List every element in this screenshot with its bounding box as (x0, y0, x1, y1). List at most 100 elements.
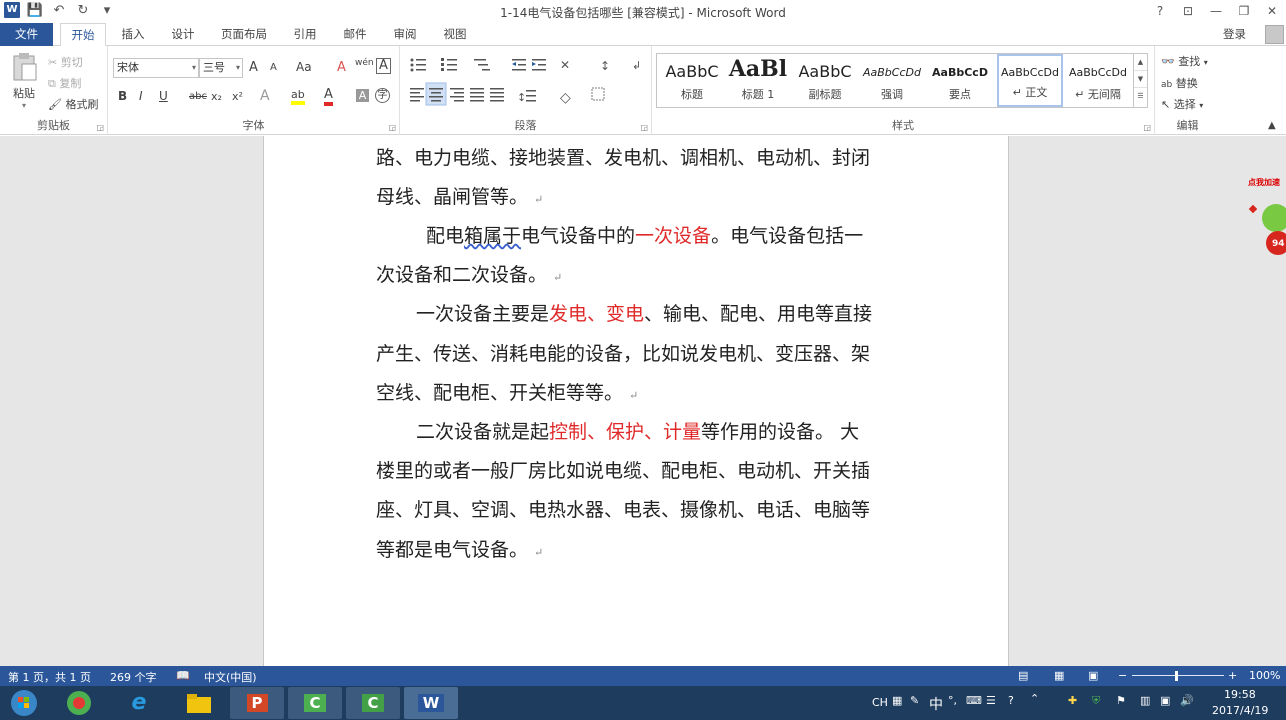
clock-time[interactable]: 19:58 (1224, 688, 1256, 701)
sort-icon[interactable]: ↕ (600, 59, 610, 73)
read-mode-icon[interactable]: ▤ (1018, 669, 1028, 682)
taskbar-camtasia-recorder-icon[interactable]: C (346, 687, 400, 719)
strikethrough-button[interactable]: abc (189, 91, 207, 102)
soft-keyboard-icon[interactable]: ⌨ (966, 694, 982, 707)
style-normal[interactable]: AaBbCcDd ↵ 正文 (997, 54, 1063, 107)
align-right-icon[interactable] (450, 88, 464, 102)
print-layout-icon[interactable]: ▦ (1054, 669, 1064, 682)
zoom-out-icon[interactable]: − (1118, 669, 1127, 682)
replace-button[interactable]: ab 替换 (1161, 75, 1198, 91)
text-effects-button[interactable]: A (260, 88, 270, 104)
restore-button[interactable]: ❐ (1230, 0, 1258, 22)
copy-button[interactable]: ⧉ 复制 (48, 75, 81, 91)
close-button[interactable]: ✕ (1258, 0, 1286, 22)
multilevel-list-icon[interactable] (474, 59, 490, 71)
language[interactable]: 中文(中国) (204, 669, 257, 685)
char-border-button[interactable]: A (376, 58, 391, 74)
bold-button[interactable]: B (118, 89, 127, 103)
punctuation-icon[interactable]: °, (948, 694, 957, 707)
font-color-button[interactable]: A (324, 87, 333, 106)
tray-expand-icon[interactable]: ⌃ (1030, 692, 1039, 705)
tab-mailings[interactable]: 邮件 (332, 23, 378, 46)
font-launcher-icon[interactable]: ◲ (388, 123, 396, 132)
style-heading-1[interactable]: AaBl 标题 1 (725, 54, 791, 107)
align-left-icon[interactable] (410, 88, 424, 102)
document-line[interactable]: 配电箱属于电气设备中的一次设备。电气设备包括一 (426, 221, 956, 248)
paste-dropdown-icon[interactable]: ▾ (8, 101, 40, 110)
tab-review[interactable]: 审阅 (382, 23, 428, 46)
tab-references[interactable]: 引用 (282, 23, 328, 46)
help-button[interactable]: ? (1146, 0, 1174, 22)
increase-indent-icon[interactable] (532, 59, 546, 71)
clock-date[interactable]: 2017/4/19 (1212, 704, 1268, 717)
find-button[interactable]: 👓 查找 ▾ (1161, 53, 1208, 69)
word-count[interactable]: 269 个字 (110, 669, 157, 685)
document-line[interactable]: 等都是电气设备。 ↵ (376, 535, 906, 562)
proofing-icon[interactable]: 📖 (176, 669, 190, 682)
shrink-font-button[interactable]: A (270, 62, 277, 73)
document-line[interactable]: 楼里的或者一般厂房比如说电缆、配电柜、电动机、开关插 (376, 456, 906, 483)
tab-file[interactable]: 文件 (0, 23, 53, 46)
justify-icon[interactable] (470, 88, 484, 102)
document-line[interactable]: 一次设备主要是发电、变电、输电、配电、用电等直接 (416, 299, 946, 326)
decrease-indent-icon[interactable] (512, 59, 526, 71)
line-spacing-icon[interactable]: ↕ (517, 90, 536, 104)
taskbar-browser-icon[interactable] (52, 687, 106, 719)
action-center-icon[interactable]: ⚑ (1116, 694, 1126, 707)
chinese-layout-icon[interactable]: ✕ (560, 58, 570, 72)
enclose-char-button[interactable]: 字 (375, 88, 390, 103)
shading-icon[interactable]: ◇ (560, 90, 571, 106)
format-painter-button[interactable]: 🖌 格式刷 (48, 96, 98, 112)
document-line[interactable]: 空线、配电柜、开关柜等等。 ↵ (376, 378, 906, 405)
font-size-combo[interactable]: 三号 ▾ (199, 58, 243, 78)
superscript-button[interactable]: x² (232, 90, 243, 103)
taskbar-camtasia-icon[interactable]: C (288, 687, 342, 719)
start-button[interactable] (0, 687, 48, 719)
ribbon-display-button[interactable]: ⊡ (1174, 0, 1202, 22)
highlight-button[interactable]: ab (291, 88, 305, 105)
scroll-up-icon[interactable]: ▲ (1134, 54, 1147, 71)
speedup-badge[interactable]: 点我加速 94 (1248, 177, 1286, 267)
document-line[interactable]: 路、电力电缆、接地装置、发电机、调相机、电动机、封闭 (376, 143, 906, 170)
clipboard-launcher-icon[interactable]: ◲ (96, 123, 104, 132)
network-icon[interactable]: ▥ (1140, 694, 1150, 707)
style-no-spacing[interactable]: AaBbCcDd ↵ 无间隔 (1065, 54, 1131, 107)
bullets-icon[interactable] (410, 58, 427, 72)
subscript-button[interactable]: x₂ (211, 90, 222, 103)
numbering-icon[interactable] (441, 58, 457, 71)
styles-launcher-icon[interactable]: ◲ (1143, 123, 1151, 132)
italic-button[interactable]: I (139, 89, 143, 103)
underline-button[interactable]: U (159, 89, 168, 103)
help-icon[interactable]: ? (1008, 694, 1014, 707)
style-emphasis[interactable]: AaBbCcDd 强调 (859, 54, 925, 107)
style-subtitle[interactable]: AaBbC 副标题 (792, 54, 858, 107)
document-line[interactable]: 母线、晶闸管等。 ↵ (376, 182, 906, 209)
web-layout-icon[interactable]: ▣ (1088, 669, 1098, 682)
clear-format-button[interactable]: A (337, 60, 346, 75)
login-link[interactable]: 登录 (1223, 26, 1246, 42)
document-line[interactable]: 产生、传送、消耗电能的设备，比如说发电机、变压器、架 (376, 339, 906, 366)
paste-button[interactable]: 粘贴 ▾ (8, 52, 40, 110)
security-shield-icon[interactable]: ⛨ (1092, 694, 1100, 708)
document-line[interactable]: 座、灯具、空调、电热水器、电表、摄像机、电话、电脑等 (376, 495, 906, 522)
collapse-ribbon-icon[interactable]: ▲ (1268, 120, 1276, 131)
paragraph-launcher-icon[interactable]: ◲ (640, 123, 648, 132)
zoom-slider-thumb[interactable] (1175, 671, 1178, 681)
volume-icon[interactable]: 🔊 (1180, 694, 1194, 707)
document-line[interactable]: 次设备和二次设备。 ↵ (376, 260, 906, 287)
font-name-combo[interactable]: 宋体 ▾ (113, 58, 199, 78)
taskbar-powerpoint-icon[interactable]: P (230, 687, 284, 719)
page-count[interactable]: 第 1 页，共 1 页 (8, 669, 91, 685)
style-strong[interactable]: AaBbCcD 要点 (927, 54, 993, 107)
document-line[interactable]: 二次设备就是起控制、保护、计量等作用的设备。 大 (416, 417, 946, 444)
tab-insert[interactable]: 插入 (110, 23, 156, 46)
taskbar-word-icon[interactable]: W (404, 687, 458, 719)
tab-view[interactable]: 视图 (432, 23, 478, 46)
ime-mode[interactable]: 中 (929, 694, 943, 714)
phonetic-guide-button[interactable]: wén (355, 58, 374, 68)
char-shading-button[interactable]: A (356, 89, 369, 102)
select-button[interactable]: ↖ 选择 ▾ (1161, 96, 1203, 112)
ime-language[interactable]: CH (872, 696, 888, 709)
cut-button[interactable]: ✂ 剪切 (48, 54, 83, 70)
display-icon[interactable]: ▣ (1160, 694, 1170, 707)
